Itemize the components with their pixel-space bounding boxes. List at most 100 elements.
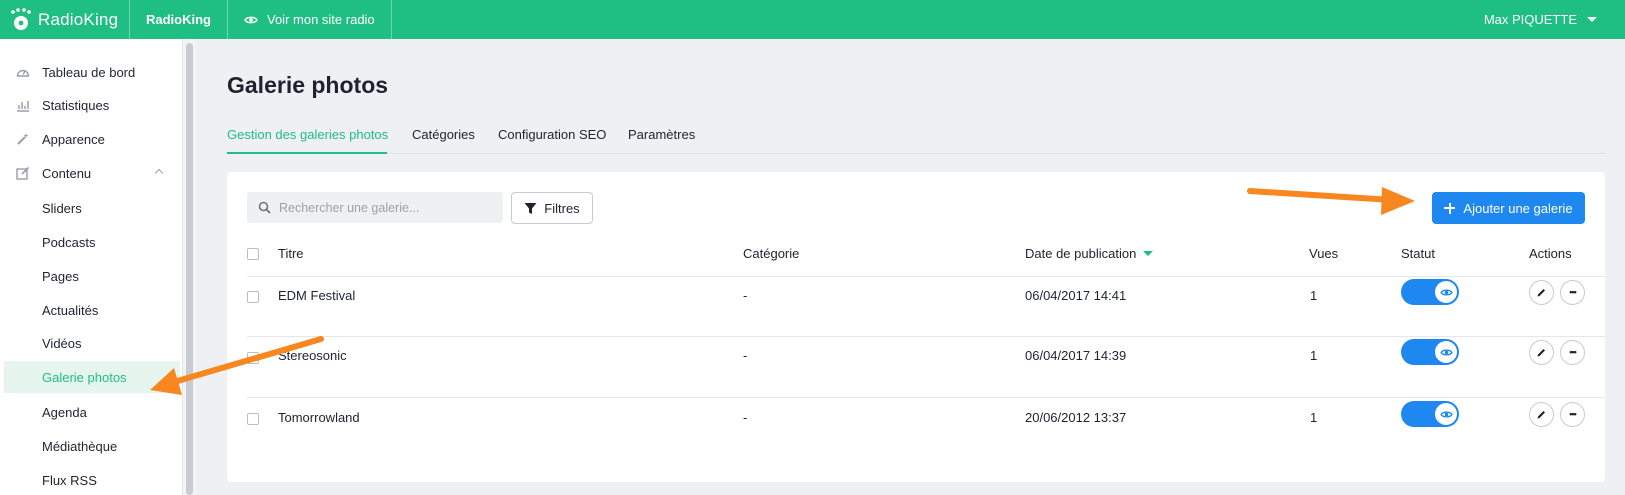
gallery-table-card: Filtres Ajouter une galerie Titre Catégo… xyxy=(227,172,1605,482)
status-toggle[interactable] xyxy=(1401,401,1459,427)
filter-icon xyxy=(524,202,537,214)
view-site-label: Voir mon site radio xyxy=(267,12,375,27)
sidebar-item-label: Contenu xyxy=(42,165,92,181)
sidebar-item-videos[interactable]: Vidéos xyxy=(0,327,180,359)
sidebar-item-sliders[interactable]: Sliders xyxy=(0,192,180,224)
sidebar-item-label: Actualités xyxy=(42,302,99,318)
tab-gallery-management[interactable]: Gestion des galeries photos xyxy=(227,127,388,142)
sidebar-item-label: Statistiques xyxy=(42,97,110,113)
row-title[interactable]: EDM Festival xyxy=(278,288,355,303)
row-category: - xyxy=(743,410,748,425)
edit-button[interactable] xyxy=(1529,280,1554,305)
search-box[interactable] xyxy=(247,192,503,223)
ellipsis-icon: ••• xyxy=(1569,409,1577,419)
row-checkbox[interactable] xyxy=(247,291,259,303)
select-all-checkbox[interactable] xyxy=(247,248,259,260)
more-options-button[interactable]: ••• xyxy=(1560,402,1585,427)
tab-seo-config[interactable]: Configuration SEO xyxy=(498,127,606,142)
chevron-up-icon[interactable] xyxy=(154,168,164,178)
crown-logo-icon xyxy=(11,7,31,30)
sidebar-item-rss[interactable]: Flux RSS xyxy=(0,464,180,495)
sidebar-item-label: Podcasts xyxy=(42,234,96,250)
row-checkbox[interactable] xyxy=(247,413,259,425)
edit-button[interactable] xyxy=(1529,402,1554,427)
eye-icon xyxy=(1439,288,1453,296)
pencil-icon xyxy=(1537,411,1545,419)
sort-desc-icon xyxy=(1143,251,1154,256)
row-category: - xyxy=(743,288,748,303)
eye-icon xyxy=(1439,410,1453,418)
row-category: - xyxy=(743,348,748,363)
column-header-title[interactable]: Titre xyxy=(278,246,304,261)
column-header-status: Statut xyxy=(1401,246,1435,261)
sidebar-item-pages[interactable]: Pages xyxy=(0,260,180,292)
eye-icon xyxy=(1439,348,1453,356)
search-input[interactable] xyxy=(279,192,497,223)
sidebar-item-stats[interactable]: Statistiques xyxy=(0,89,180,121)
sidebar-item-media-library[interactable]: Médiathèque xyxy=(0,430,180,462)
logo-text: RadioKing xyxy=(38,9,119,29)
tab-settings[interactable]: Paramètres xyxy=(628,127,695,142)
column-header-views[interactable]: Vues xyxy=(1309,246,1338,261)
filters-button[interactable]: Filtres xyxy=(511,192,593,224)
magic-wand-icon xyxy=(17,133,29,145)
more-options-button[interactable]: ••• xyxy=(1560,280,1585,305)
sidebar-item-label: Flux RSS xyxy=(42,472,97,488)
sidebar-item-news[interactable]: Actualités xyxy=(0,294,180,326)
station-name[interactable]: RadioKing xyxy=(130,0,228,39)
scrollbar-thumb[interactable] xyxy=(186,43,193,495)
sidebar-item-label: Apparence xyxy=(42,131,105,147)
status-toggle[interactable] xyxy=(1401,279,1459,305)
more-options-button[interactable]: ••• xyxy=(1560,340,1585,365)
row-views: 1 xyxy=(1310,288,1318,303)
sidebar-item-content[interactable]: Contenu xyxy=(0,157,180,189)
status-toggle[interactable] xyxy=(1401,339,1459,365)
search-icon xyxy=(258,201,271,214)
row-views: 1 xyxy=(1310,410,1318,425)
row-divider xyxy=(247,397,1605,398)
filters-label: Filtres xyxy=(544,200,580,216)
ellipsis-icon: ••• xyxy=(1569,347,1577,357)
add-gallery-label: Ajouter une galerie xyxy=(1463,200,1573,216)
sidebar-item-dashboard[interactable]: Tableau de bord xyxy=(0,56,180,88)
top-bar: RadioKing RadioKing Voir mon site radio … xyxy=(0,0,1625,39)
view-site-link[interactable]: Voir mon site radio xyxy=(228,0,392,39)
sidebar-item-label: Agenda xyxy=(42,404,87,420)
row-date: 06/04/2017 14:39 xyxy=(1025,348,1127,363)
edit-button[interactable] xyxy=(1529,340,1554,365)
sidebar-item-photo-gallery[interactable]: Galerie photos xyxy=(4,361,180,393)
column-header-actions: Actions xyxy=(1529,246,1572,261)
gauge-icon xyxy=(16,69,30,77)
user-menu[interactable]: Max PIQUETTE xyxy=(1484,0,1625,39)
active-tab-indicator xyxy=(227,152,387,154)
sidebar-item-label: Médiathèque xyxy=(42,438,118,454)
ellipsis-icon: ••• xyxy=(1569,287,1577,297)
column-header-category[interactable]: Catégorie xyxy=(743,246,799,261)
sidebar-item-agenda[interactable]: Agenda xyxy=(0,396,180,428)
page-title: Galerie photos xyxy=(227,72,389,98)
sidebar-item-label: Tableau de bord xyxy=(42,64,136,80)
sidebar-item-podcasts[interactable]: Podcasts xyxy=(0,226,180,258)
plus-icon xyxy=(1444,202,1456,214)
sidebar-item-label: Vidéos xyxy=(42,335,82,351)
row-title[interactable]: Stereosonic xyxy=(278,348,347,363)
sidebar-item-appearance[interactable]: Apparence xyxy=(0,123,180,155)
brand-logo[interactable]: RadioKing xyxy=(0,0,130,39)
row-date: 06/04/2017 14:41 xyxy=(1025,288,1127,303)
sidebar-item-label: Pages xyxy=(42,268,79,284)
user-name: Max PIQUETTE xyxy=(1483,12,1577,27)
row-checkbox[interactable] xyxy=(247,352,259,364)
tab-categories[interactable]: Catégories xyxy=(412,127,475,142)
add-gallery-button[interactable]: Ajouter une galerie xyxy=(1432,192,1585,224)
column-header-date[interactable]: Date de publication xyxy=(1025,246,1154,261)
tab-bar: Gestion des galeries photos Catégories C… xyxy=(227,119,1605,154)
row-title[interactable]: Tomorrowland xyxy=(278,410,360,425)
header-divider xyxy=(247,276,1605,277)
edit-icon xyxy=(16,166,30,180)
column-header-date-label: Date de publication xyxy=(1025,246,1137,261)
eye-icon xyxy=(244,16,258,23)
pencil-icon xyxy=(1537,289,1545,297)
sidebar-item-label: Sliders xyxy=(42,200,82,216)
sidebar-scrollbar[interactable] xyxy=(182,39,196,495)
row-date: 20/06/2012 13:37 xyxy=(1025,410,1127,425)
